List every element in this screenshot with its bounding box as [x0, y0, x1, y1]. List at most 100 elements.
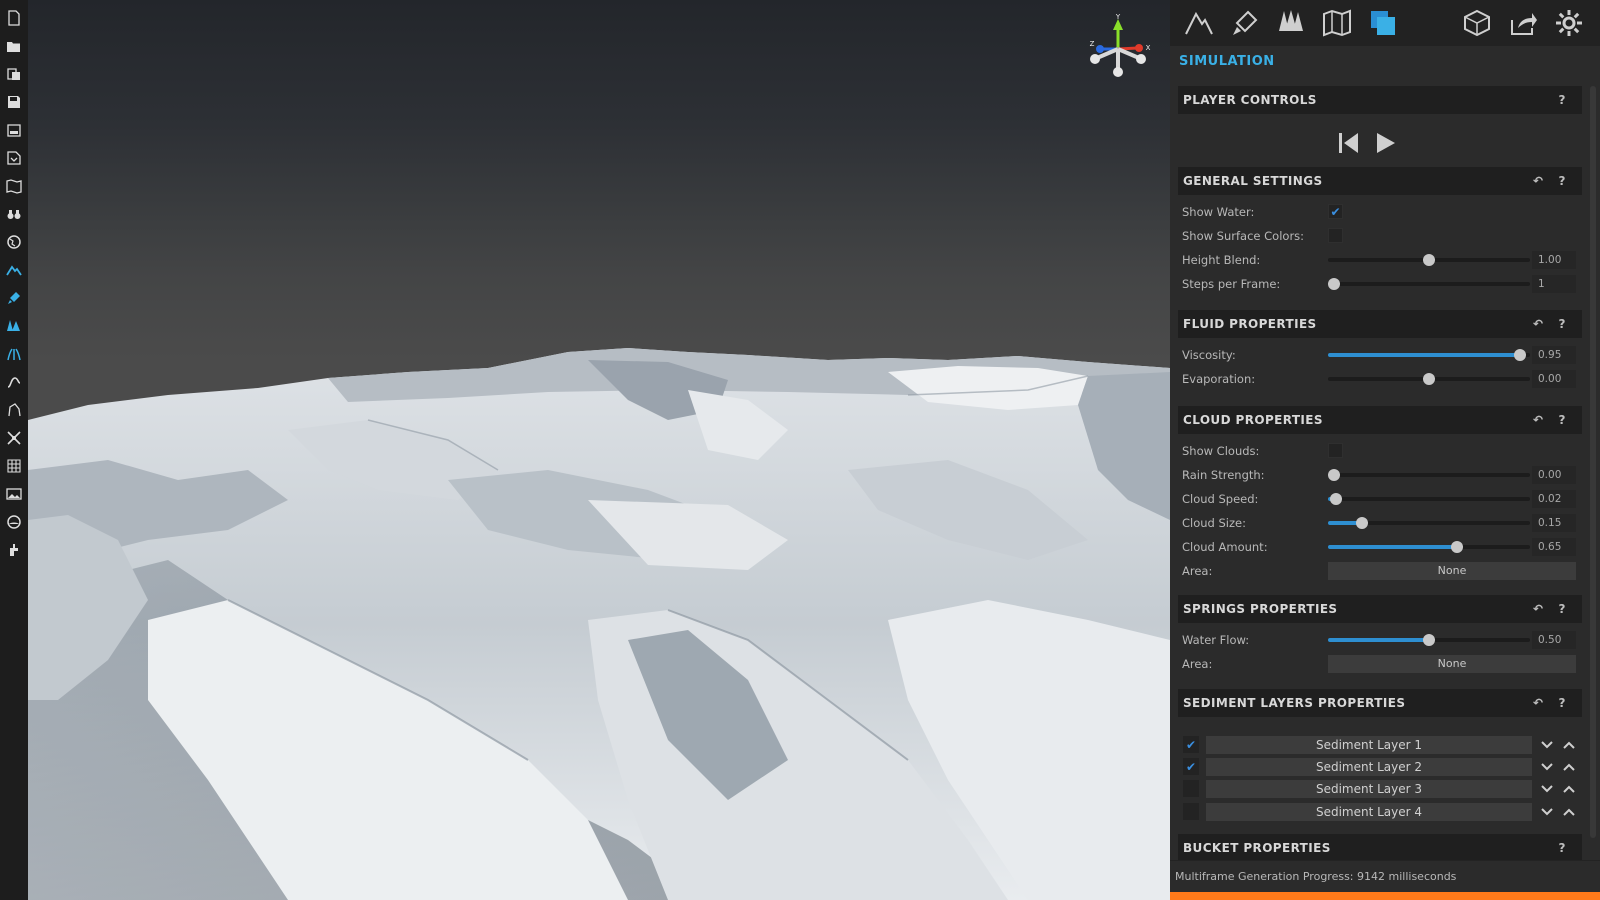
move-up-icon[interactable] [1560, 758, 1578, 776]
reset-arrow-icon[interactable]: ↶ [1528, 314, 1548, 334]
springs-area-selector[interactable]: None [1328, 655, 1576, 673]
viscosity-slider[interactable] [1328, 349, 1530, 361]
image-icon[interactable] [4, 484, 24, 504]
height-blend-slider[interactable] [1328, 254, 1530, 266]
cloud-size-slider[interactable] [1328, 517, 1530, 529]
evaporation-value[interactable]: 0.00 [1532, 370, 1576, 388]
slider-handle[interactable] [1328, 469, 1341, 481]
transform-icon[interactable] [4, 428, 24, 448]
save-as-icon[interactable] [4, 120, 24, 140]
fluid-properties-header[interactable]: FLUID PROPERTIES ↶ ? [1178, 310, 1582, 338]
cloud-area-selector[interactable]: None [1328, 562, 1576, 580]
rock-icon[interactable] [4, 400, 24, 420]
slider-handle[interactable] [1423, 254, 1435, 266]
slider-handle[interactable] [1328, 278, 1341, 290]
help-icon[interactable]: ? [1552, 693, 1572, 713]
help-icon[interactable]: ? [1552, 838, 1572, 858]
layer-name-field[interactable]: Sediment Layer 2 [1206, 758, 1532, 776]
layer-enable-checkbox[interactable] [1183, 780, 1199, 797]
help-icon[interactable]: ? [1552, 171, 1572, 191]
cloud-amount-slider[interactable] [1328, 541, 1530, 553]
springs-area-label: Area: [1182, 657, 1213, 671]
grid-icon[interactable] [4, 456, 24, 476]
layer-name-field[interactable]: Sediment Layer 1 [1206, 736, 1532, 754]
binoculars-icon[interactable] [4, 204, 24, 224]
move-up-icon[interactable] [1560, 736, 1578, 754]
move-up-icon[interactable] [1560, 803, 1578, 821]
cloud-amount-value[interactable]: 0.65 [1532, 538, 1576, 556]
terrain-icon[interactable] [4, 260, 24, 280]
move-down-icon[interactable] [1538, 780, 1556, 798]
move-down-icon[interactable] [1538, 803, 1556, 821]
brush-icon[interactable] [4, 288, 24, 308]
terrain-mode-icon[interactable] [1182, 6, 1216, 40]
help-icon[interactable]: ? [1552, 410, 1572, 430]
reset-arrow-icon[interactable]: ↶ [1528, 693, 1548, 713]
show-water-checkbox[interactable]: ✔ [1328, 204, 1343, 219]
sediment-layers-header[interactable]: SEDIMENT LAYERS PROPERTIES ↶ ? [1178, 689, 1582, 717]
help-icon[interactable]: ? [1552, 599, 1572, 619]
plugin-icon[interactable] [4, 540, 24, 560]
share-icon[interactable] [1506, 6, 1540, 40]
reset-arrow-icon[interactable]: ↶ [1528, 171, 1548, 191]
map-icon[interactable] [4, 176, 24, 196]
show-clouds-checkbox[interactable] [1328, 443, 1343, 458]
grass-icon[interactable] [4, 344, 24, 364]
globe-icon[interactable] [4, 232, 24, 252]
step-back-button[interactable] [1334, 128, 1364, 158]
open-folder-icon[interactable] [4, 36, 24, 56]
slider-handle[interactable] [1451, 541, 1464, 553]
layer-name-field[interactable]: Sediment Layer 4 [1206, 803, 1532, 821]
layer-name-field[interactable]: Sediment Layer 3 [1206, 780, 1532, 798]
layer-enable-checkbox[interactable] [1183, 803, 1199, 820]
sculpt-mode-icon[interactable] [1228, 6, 1262, 40]
slider-handle[interactable] [1513, 349, 1526, 361]
cloud-size-value[interactable]: 0.15 [1532, 514, 1576, 532]
play-button[interactable] [1370, 128, 1400, 158]
terrain-viewport[interactable]: Y X Z [28, 0, 1170, 900]
sky-icon[interactable] [4, 512, 24, 532]
cloud-properties-header[interactable]: CLOUD PROPERTIES ↶ ? [1178, 406, 1582, 434]
water-flow-slider[interactable] [1328, 634, 1530, 646]
save-icon[interactable] [4, 92, 24, 112]
water-flow-value[interactable]: 0.50 [1532, 631, 1576, 649]
export-mesh-icon[interactable] [1460, 6, 1494, 40]
settings-gear-icon[interactable] [1552, 6, 1586, 40]
layers-mode-icon[interactable] [1366, 6, 1400, 40]
slider-handle[interactable] [1423, 634, 1435, 646]
move-down-icon[interactable] [1538, 758, 1556, 776]
steps-per-frame-value[interactable]: 1 [1532, 275, 1576, 293]
height-blend-value[interactable]: 1.00 [1532, 251, 1576, 269]
general-settings-header[interactable]: GENERAL SETTINGS ↶ ? [1178, 167, 1582, 195]
move-up-icon[interactable] [1560, 780, 1578, 798]
open-recent-icon[interactable] [4, 64, 24, 84]
vegetation-mode-icon[interactable] [1274, 6, 1308, 40]
import-icon[interactable] [4, 148, 24, 168]
road-icon[interactable] [4, 372, 24, 392]
rain-strength-slider[interactable] [1328, 469, 1530, 481]
bucket-properties-header[interactable]: BUCKET PROPERTIES ? [1178, 834, 1582, 862]
slider-handle[interactable] [1356, 517, 1369, 529]
steps-per-frame-slider[interactable] [1328, 278, 1530, 290]
slider-handle[interactable] [1330, 493, 1343, 505]
cloud-speed-value[interactable]: 0.02 [1532, 490, 1576, 508]
new-file-icon[interactable] [4, 8, 24, 28]
rain-strength-value[interactable]: 0.00 [1532, 466, 1576, 484]
help-icon[interactable]: ? [1552, 314, 1572, 334]
reset-arrow-icon[interactable]: ↶ [1528, 410, 1548, 430]
viscosity-value[interactable]: 0.95 [1532, 346, 1576, 364]
cloud-speed-slider[interactable] [1328, 493, 1530, 505]
layer-enable-checkbox[interactable]: ✔ [1183, 758, 1199, 775]
help-icon[interactable]: ? [1552, 90, 1572, 110]
springs-properties-header[interactable]: SPRINGS PROPERTIES ↶ ? [1178, 595, 1582, 623]
move-down-icon[interactable] [1538, 736, 1556, 754]
layer-enable-checkbox[interactable]: ✔ [1183, 736, 1199, 753]
axis-gizmo[interactable]: Y X Z [1083, 14, 1153, 84]
show-surface-colors-checkbox[interactable] [1328, 228, 1343, 243]
evaporation-slider[interactable] [1328, 373, 1530, 385]
map-mode-icon[interactable] [1320, 6, 1354, 40]
slider-handle[interactable] [1423, 373, 1435, 385]
reset-arrow-icon[interactable]: ↶ [1528, 599, 1548, 619]
player-controls-header[interactable]: PLAYER CONTROLS ? [1178, 86, 1582, 114]
forest-icon[interactable] [4, 316, 24, 336]
